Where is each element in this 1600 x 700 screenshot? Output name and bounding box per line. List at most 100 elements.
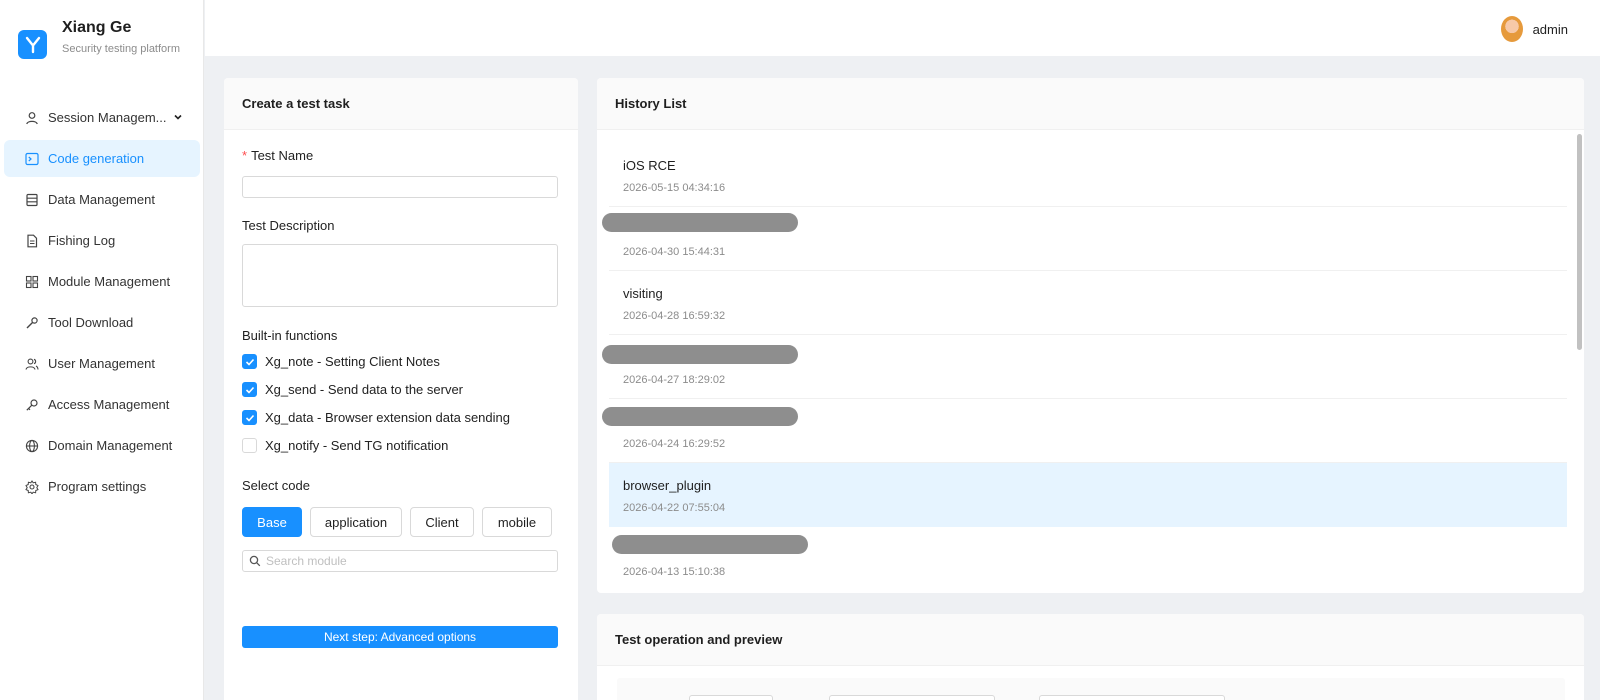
sidebar-item-label: Domain Management — [48, 438, 173, 453]
user-icon — [24, 110, 40, 126]
history-item-time: 2026-04-13 15:10:38 — [623, 566, 726, 578]
function-xg-notify[interactable]: Xg_notify - Send TG notification — [242, 438, 448, 453]
sidebar-item-label: Data Management — [48, 192, 155, 207]
code-option-base[interactable]: Base — [242, 507, 302, 537]
sidebar-item-session-management[interactable]: Session Managem... — [0, 97, 204, 138]
history-item-name: browser_plugin — [623, 478, 712, 493]
sidebar-item-fishing-log[interactable]: Fishing Log — [0, 220, 204, 261]
history-item[interactable]: 2026-04-13 15:10:38 — [609, 527, 1567, 591]
sidebar: Xiang Ge Security testing platform Sessi… — [0, 0, 204, 700]
check-icon — [245, 386, 254, 394]
sidebar-item-tool-download[interactable]: Tool Download — [0, 302, 204, 343]
sidebar-nav: Session Managem... Code generation Data … — [0, 97, 204, 507]
test-description-label: Test Description — [242, 218, 335, 233]
preview-toolbar — [617, 678, 1565, 700]
sidebar-item-label: Tool Download — [48, 315, 134, 330]
redacted-name — [602, 407, 798, 426]
username: admin — [1532, 21, 1568, 37]
sidebar-item-domain-management[interactable]: Domain Management — [0, 425, 204, 466]
test-name-input[interactable] — [242, 176, 558, 198]
checkbox[interactable] — [242, 410, 257, 425]
terminal-icon — [24, 151, 40, 167]
sidebar-item-label: Code generation — [48, 151, 145, 166]
app-title: Xiang Ge — [62, 19, 132, 36]
function-xg-note[interactable]: Xg_note - Setting Client Notes — [242, 354, 440, 369]
sidebar-item-label: Session Managem... — [48, 110, 167, 125]
function-xg-send[interactable]: Xg_send - Send data to the server — [242, 382, 463, 397]
history-list-card: History List iOS RCE 2026-05-15 04:34:16… — [597, 78, 1584, 593]
history-item-time: 2026-04-22 07:55:04 — [623, 502, 726, 514]
scrollbar-thumb[interactable] — [1577, 134, 1582, 350]
database-icon — [24, 192, 40, 208]
code-option-application[interactable]: application — [310, 507, 402, 537]
next-step-button[interactable]: Next step: Advanced options — [242, 626, 558, 648]
function-label: Xg_data - Browser extension data sending — [265, 410, 510, 425]
app-logo — [18, 30, 47, 59]
history-scrollbar[interactable] — [1576, 134, 1582, 589]
history-list-title: History List — [597, 78, 1584, 130]
test-name-label: * Test Name — [242, 148, 313, 163]
function-label: Xg_note - Setting Client Notes — [265, 354, 440, 369]
history-item-time: 2026-05-15 04:34:16 — [623, 182, 726, 194]
sidebar-item-code-generation[interactable]: Code generation — [0, 138, 204, 179]
check-icon — [245, 414, 254, 422]
sidebar-item-label: Module Management — [48, 274, 171, 289]
redacted-name — [602, 213, 798, 232]
gear-icon — [24, 479, 40, 495]
create-task-card: Create a test task * Test Name Test Descr… — [224, 78, 578, 700]
create-task-title: Create a test task — [224, 78, 578, 130]
select-code-label: Select code — [242, 478, 310, 493]
search-icon — [249, 555, 261, 567]
test-preview-card: Test operation and preview — [597, 614, 1584, 700]
preview-control[interactable] — [829, 695, 995, 700]
checkbox[interactable] — [242, 354, 257, 369]
check-icon — [245, 358, 254, 366]
key-icon — [24, 397, 40, 413]
globe-icon — [24, 438, 40, 454]
sidebar-item-label: Program settings — [48, 479, 147, 494]
history-item-name: visiting — [623, 286, 663, 301]
code-option-mobile[interactable]: mobile — [482, 507, 552, 537]
code-option-client[interactable]: Client — [410, 507, 474, 537]
file-icon — [24, 233, 40, 249]
function-label: Xg_notify - Send TG notification — [265, 438, 449, 453]
history-item-name: iOS RCE — [623, 158, 676, 173]
redacted-name — [612, 535, 808, 554]
chevron-down-icon — [173, 110, 183, 125]
checkbox[interactable] — [242, 438, 257, 453]
sidebar-item-program-settings[interactable]: Program settings — [0, 466, 204, 507]
wrench-icon — [24, 315, 40, 331]
sidebar-item-label: Access Management — [48, 397, 170, 412]
logo-y-icon — [25, 36, 40, 53]
app-subtitle: Security testing platform — [62, 43, 180, 55]
top-header: admin — [205, 0, 1600, 56]
checkbox[interactable] — [242, 382, 257, 397]
sidebar-item-data-management[interactable]: Data Management — [0, 179, 204, 220]
history-item-selected[interactable]: browser_plugin 2026-04-22 07:55:04 — [609, 463, 1567, 527]
history-item[interactable]: visiting 2026-04-28 16:59:32 — [609, 271, 1567, 335]
code-select-group: Base application Client mobile — [242, 507, 552, 537]
grid-icon — [24, 274, 40, 290]
user-menu[interactable]: admin — [1500, 16, 1568, 42]
sidebar-item-label: User Management — [48, 356, 155, 371]
test-preview-title: Test operation and preview — [597, 614, 1584, 666]
history-item[interactable]: 2026-04-27 18:29:02 — [602, 335, 1567, 399]
sidebar-item-module-management[interactable]: Module Management — [0, 261, 204, 302]
history-item[interactable]: iOS RCE 2026-05-15 04:34:16 — [609, 143, 1567, 207]
sidebar-item-label: Fishing Log — [48, 233, 116, 248]
search-module-input[interactable]: Search module — [242, 550, 558, 572]
test-description-textarea[interactable] — [242, 244, 558, 307]
sidebar-item-access-management[interactable]: Access Management — [0, 384, 204, 425]
history-list: iOS RCE 2026-05-15 04:34:16 2026-04-30 1… — [597, 130, 1584, 593]
users-icon — [24, 356, 40, 372]
function-label: Xg_send - Send data to the server — [265, 382, 464, 397]
preview-control[interactable] — [1039, 695, 1225, 700]
history-item-time: 2026-04-27 18:29:02 — [623, 374, 726, 386]
function-xg-data[interactable]: Xg_data - Browser extension data sending — [242, 410, 510, 425]
preview-control[interactable] — [689, 695, 773, 700]
history-item-time: 2026-04-24 16:29:52 — [623, 438, 726, 450]
history-item[interactable]: 2026-04-30 15:44:31 — [602, 207, 1567, 271]
history-item[interactable]: 2026-04-24 16:29:52 — [602, 399, 1567, 463]
builtin-functions-label: Built-in functions — [242, 328, 338, 343]
sidebar-item-user-management[interactable]: User Management — [0, 343, 204, 384]
